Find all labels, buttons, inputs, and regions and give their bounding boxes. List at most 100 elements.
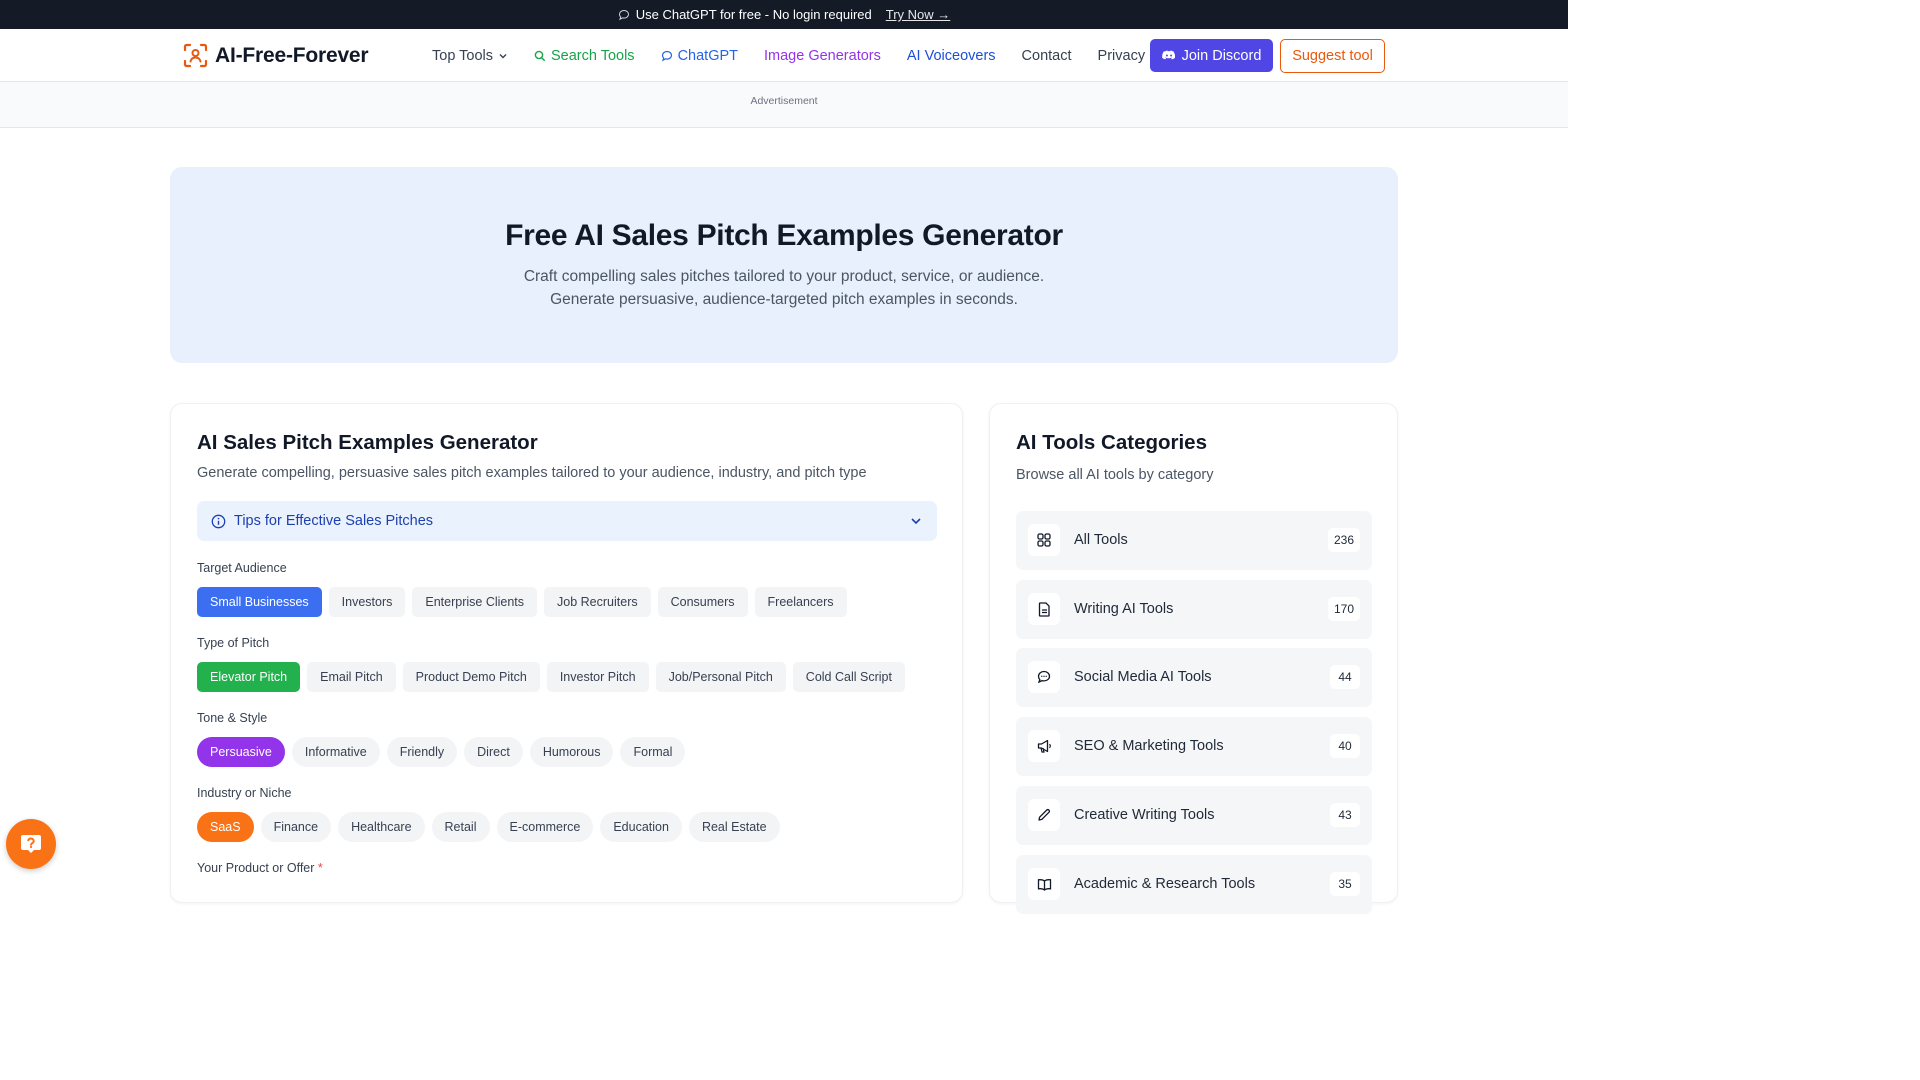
chat-bubble-icon bbox=[618, 9, 629, 20]
site-logo[interactable]: AI-Free-Forever bbox=[183, 43, 369, 68]
target-audience-options: Small Businesses Investors Enterprise Cl… bbox=[197, 587, 847, 617]
category-name: SEO & Marketing Tools bbox=[1074, 738, 1224, 754]
generator-subtitle: Generate compelling, persuasive sales pi… bbox=[197, 465, 867, 481]
categories-title: AI Tools Categories bbox=[1016, 431, 1207, 454]
logo-icon bbox=[183, 43, 208, 68]
nav-contact-label: Contact bbox=[1021, 47, 1072, 64]
categories-card: AI Tools Categories Browse all AI tools … bbox=[989, 403, 1398, 914]
announcement-text: Use ChatGPT for free - No login required bbox=[635, 7, 872, 22]
megaphone-icon bbox=[1028, 730, 1060, 762]
category-count: 236 bbox=[1327, 528, 1360, 552]
announcement-bar: Use ChatGPT for free - No login required… bbox=[0, 0, 1568, 29]
category-item-academic-research[interactable]: Academic & Research Tools 35 bbox=[1016, 855, 1372, 914]
tone-option[interactable]: Formal bbox=[620, 737, 686, 767]
pencil-icon bbox=[1028, 799, 1060, 831]
industry-option[interactable]: E-commerce bbox=[496, 812, 594, 842]
industry-option[interactable]: Healthcare bbox=[338, 812, 425, 842]
pitch-type-option[interactable]: Job/Personal Pitch bbox=[655, 662, 786, 692]
audience-option[interactable]: Enterprise Clients bbox=[412, 587, 538, 617]
category-item-all-tools[interactable]: All Tools 236 bbox=[1016, 511, 1372, 570]
join-discord-label: Join Discord bbox=[1181, 47, 1262, 64]
try-now-link[interactable]: Try Now → bbox=[886, 7, 951, 22]
nav-ai-voiceovers[interactable]: AI Voiceovers bbox=[907, 48, 996, 64]
pitch-type-option[interactable]: Email Pitch bbox=[307, 662, 396, 692]
info-icon bbox=[211, 514, 226, 528]
generator-card: AI Sales Pitch Examples Generator Genera… bbox=[170, 403, 963, 903]
audience-option[interactable]: Investors bbox=[328, 587, 406, 617]
pitch-type-option[interactable]: Elevator Pitch bbox=[197, 662, 301, 692]
pitch-type-option[interactable]: Cold Call Script bbox=[792, 662, 905, 692]
required-marker: * bbox=[317, 861, 323, 875]
advertisement-label: Advertisement bbox=[750, 95, 818, 107]
category-name: Creative Writing Tools bbox=[1074, 807, 1215, 823]
audience-option[interactable]: Freelancers bbox=[754, 587, 847, 617]
tips-label: Tips for Effective Sales Pitches bbox=[234, 513, 434, 529]
help-button[interactable] bbox=[6, 819, 56, 869]
suggest-tool-label: Suggest tool bbox=[1292, 48, 1373, 64]
category-name: Academic & Research Tools bbox=[1074, 876, 1256, 892]
category-name: All Tools bbox=[1074, 532, 1128, 548]
document-icon bbox=[1028, 593, 1060, 625]
category-count: 170 bbox=[1327, 597, 1360, 621]
category-item-writing[interactable]: Writing AI Tools 170 bbox=[1016, 580, 1372, 639]
generator-title: AI Sales Pitch Examples Generator bbox=[197, 431, 538, 454]
join-discord-button[interactable]: Join Discord bbox=[1150, 39, 1273, 72]
category-count: 44 bbox=[1330, 665, 1360, 689]
main-navbar: AI-Free-Forever Top Tools Search Tools C… bbox=[0, 29, 1568, 82]
pitch-type-options: Elevator Pitch Email Pitch Product Demo … bbox=[197, 662, 905, 692]
audience-option[interactable]: Consumers bbox=[657, 587, 748, 617]
hero-section: Free AI Sales Pitch Examples Generator C… bbox=[170, 167, 1398, 363]
industry-label: Industry or Niche bbox=[197, 786, 292, 800]
tone-style-label: Tone & Style bbox=[197, 711, 268, 725]
category-item-social-media[interactable]: Social Media AI Tools 44 bbox=[1016, 648, 1372, 707]
industry-option[interactable]: Finance bbox=[260, 812, 332, 842]
nav-image-generators-label: Image Generators bbox=[764, 47, 881, 64]
suggest-tool-button[interactable]: Suggest tool bbox=[1280, 39, 1385, 73]
industry-option[interactable]: Retail bbox=[431, 812, 490, 842]
advertisement-banner: Advertisement bbox=[0, 82, 1568, 128]
grid-icon bbox=[1028, 524, 1060, 556]
category-count: 40 bbox=[1330, 734, 1360, 758]
category-count: 35 bbox=[1330, 872, 1360, 896]
nav-links: Top Tools Search Tools ChatGPT Image Gen… bbox=[432, 29, 1171, 82]
category-name: Social Media AI Tools bbox=[1074, 669, 1212, 685]
industry-option[interactable]: Real Estate bbox=[688, 812, 780, 842]
nav-top-tools[interactable]: Top Tools bbox=[432, 48, 508, 64]
hero-line-1: Craft compelling sales pitches tailored … bbox=[523, 268, 1045, 285]
audience-option[interactable]: Small Businesses bbox=[197, 587, 322, 617]
target-audience-label: Target Audience bbox=[197, 561, 287, 575]
nav-top-tools-label: Top Tools bbox=[432, 47, 493, 64]
category-item-creative-writing[interactable]: Creative Writing Tools 43 bbox=[1016, 786, 1372, 845]
tone-option[interactable]: Humorous bbox=[529, 737, 614, 767]
pitch-type-option[interactable]: Product Demo Pitch bbox=[402, 662, 540, 692]
nav-search-tools[interactable]: Search Tools bbox=[534, 48, 635, 64]
nav-contact[interactable]: Contact bbox=[1022, 48, 1072, 64]
industry-option[interactable]: SaaS bbox=[197, 812, 254, 842]
tone-option[interactable]: Direct bbox=[464, 737, 523, 767]
nav-search-tools-label: Search Tools bbox=[551, 47, 635, 64]
nav-chatgpt[interactable]: ChatGPT bbox=[661, 48, 738, 64]
nav-chatgpt-label: ChatGPT bbox=[677, 47, 738, 64]
tone-option[interactable]: Persuasive bbox=[197, 737, 285, 767]
book-icon bbox=[1028, 868, 1060, 900]
chevron-down-icon bbox=[499, 53, 507, 58]
pitch-type-label: Type of Pitch bbox=[197, 636, 270, 650]
hero-line-2: Generate persuasive, audience-targeted p… bbox=[550, 291, 1018, 308]
chat-bubble-icon bbox=[1028, 661, 1060, 693]
product-offer-label: Your Product or Offer * bbox=[197, 861, 323, 875]
help-icon bbox=[21, 835, 41, 853]
nav-privacy[interactable]: Privacy bbox=[1098, 48, 1146, 64]
pitch-type-option[interactable]: Investor Pitch bbox=[546, 662, 649, 692]
nav-privacy-label: Privacy bbox=[1097, 47, 1146, 64]
tips-accordion[interactable]: Tips for Effective Sales Pitches bbox=[197, 501, 937, 541]
audience-option[interactable]: Job Recruiters bbox=[544, 587, 651, 617]
chat-bubble-icon bbox=[661, 50, 672, 61]
tone-option[interactable]: Informative bbox=[291, 737, 380, 767]
search-icon bbox=[534, 50, 546, 61]
industry-option[interactable]: Education bbox=[600, 812, 682, 842]
nav-image-generators[interactable]: Image Generators bbox=[764, 48, 881, 64]
tone-option[interactable]: Friendly bbox=[386, 737, 458, 767]
discord-icon bbox=[1161, 50, 1175, 60]
category-item-seo-marketing[interactable]: SEO & Marketing Tools 40 bbox=[1016, 717, 1372, 776]
industry-options: SaaS Finance Healthcare Retail E-commerc… bbox=[197, 812, 780, 842]
